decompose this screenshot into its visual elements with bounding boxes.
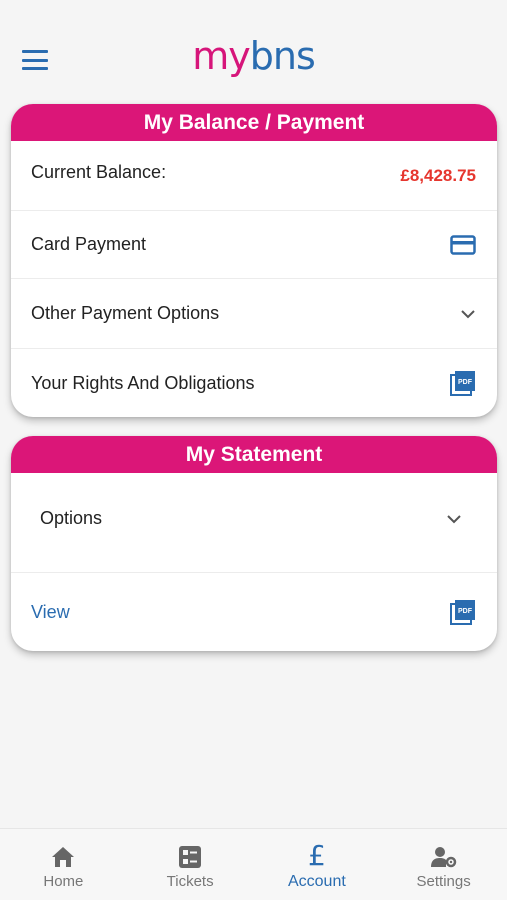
- tab-account-label: Account: [287, 873, 346, 890]
- card-payment-row[interactable]: Card Payment: [11, 211, 497, 279]
- balance-payment-card: My Balance / Payment Current Balance: £8…: [11, 104, 497, 417]
- rights-obligations-label: Your Rights And Obligations: [31, 372, 255, 393]
- tab-settings[interactable]: Settings: [380, 829, 507, 900]
- balance-card-title: My Balance / Payment: [11, 104, 497, 141]
- statement-card-title: My Statement: [11, 436, 497, 473]
- statement-card: My Statement Options View PDF: [11, 436, 497, 651]
- tab-home[interactable]: Home: [0, 829, 127, 900]
- pdf-icon[interactable]: PDF: [450, 599, 476, 625]
- statement-options-label: Options: [40, 508, 103, 528]
- other-payment-options-label: Other Payment Options: [31, 303, 220, 323]
- statement-options-row[interactable]: Options: [11, 473, 497, 573]
- tab-home-label: Home: [43, 873, 84, 890]
- logo-bns-text: bns: [249, 34, 316, 78]
- view-statement-link[interactable]: View: [31, 602, 70, 623]
- user-settings-icon: [430, 843, 458, 869]
- app-logo: mybns: [0, 34, 507, 78]
- svg-text:PDF: PDF: [458, 379, 473, 386]
- card-payment-label: Card Payment: [31, 234, 147, 254]
- tab-tickets[interactable]: Tickets: [127, 829, 254, 900]
- chevron-down-icon: [446, 514, 462, 524]
- logo-my-text: my: [192, 34, 251, 78]
- status-bar: [0, 0, 507, 28]
- tab-settings-label: Settings: [416, 873, 471, 890]
- other-payment-options-row[interactable]: Other Payment Options: [11, 279, 497, 349]
- current-balance-row: Current Balance: £8,428.75: [11, 141, 497, 211]
- credit-card-icon: [450, 234, 476, 255]
- tab-tickets-label: Tickets: [166, 873, 214, 890]
- pound-icon: £: [307, 839, 326, 872]
- statement-view-row[interactable]: View PDF: [11, 573, 497, 651]
- bottom-tab-bar: Home Tickets £ Account Settings: [0, 828, 507, 900]
- current-balance-value: £8,428.75: [400, 165, 476, 185]
- svg-text:PDF: PDF: [458, 608, 473, 615]
- current-balance-label: Current Balance:: [31, 162, 167, 182]
- app-bar: mybns: [0, 28, 507, 92]
- tickets-icon: [178, 843, 202, 869]
- home-icon: [50, 843, 76, 869]
- tab-account[interactable]: £ Account: [254, 829, 381, 900]
- rights-obligations-row[interactable]: Your Rights And Obligations PDF: [11, 349, 497, 417]
- pdf-icon: PDF: [450, 370, 476, 396]
- pound-symbol: £: [307, 839, 326, 872]
- chevron-down-icon: [460, 309, 476, 319]
